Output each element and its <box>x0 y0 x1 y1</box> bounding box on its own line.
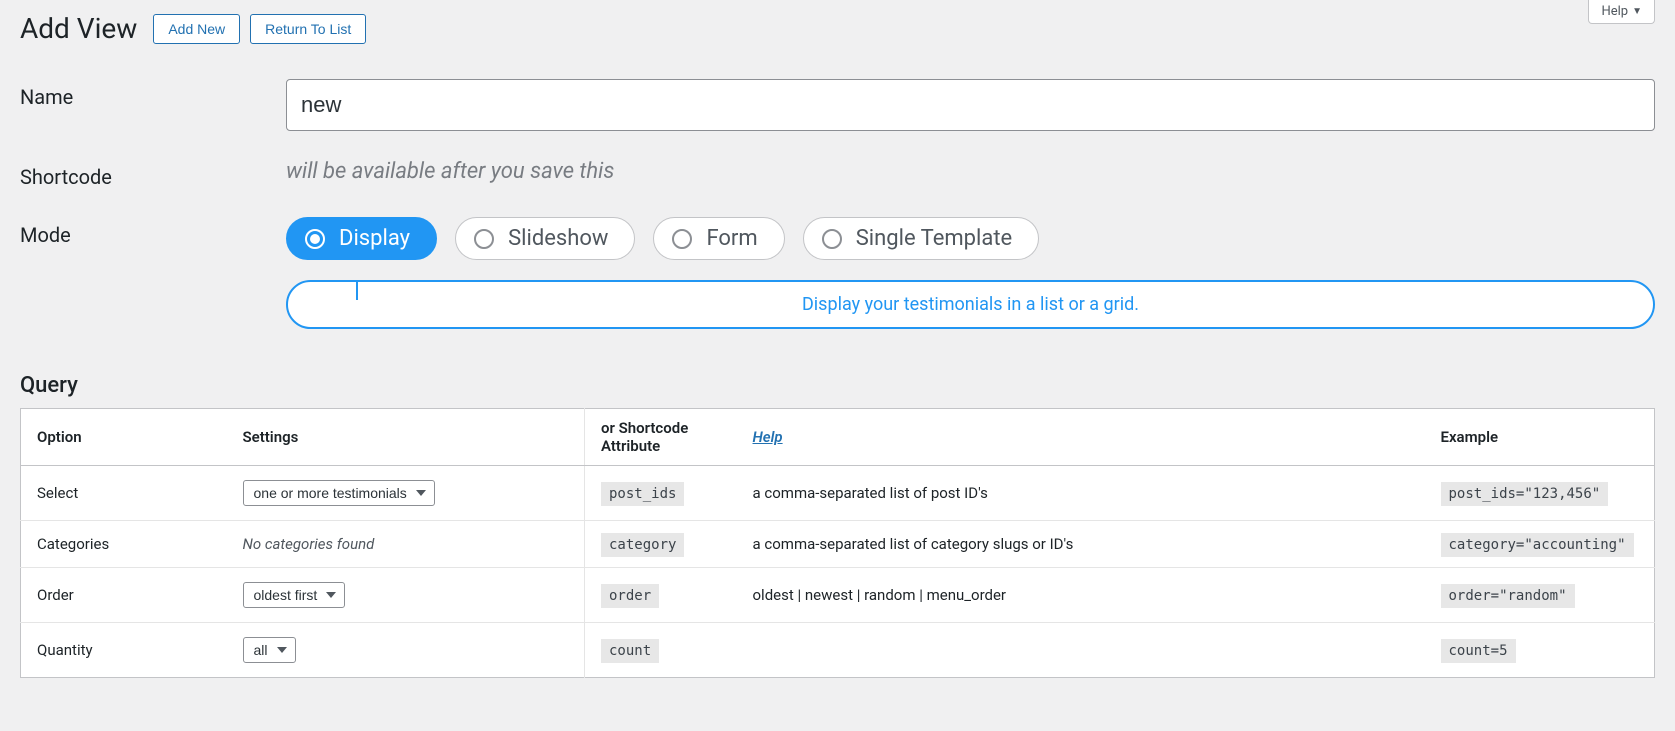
table-row: Categories No categories found category … <box>21 521 1655 568</box>
query-table: Option Settings or Shortcode Attribute H… <box>20 408 1655 678</box>
attr-code: order <box>601 584 659 608</box>
chevron-down-icon: ▼ <box>1632 6 1642 17</box>
mode-option-form[interactable]: Form <box>653 217 784 260</box>
attr-example: count=5 <box>1441 639 1516 663</box>
query-head-settings: Settings <box>227 409 585 466</box>
query-section-title: Query <box>20 373 1655 398</box>
attr-desc: oldest | newest | random | menu_order <box>737 568 1425 623</box>
query-head-example: Example <box>1425 409 1655 466</box>
page-title: Add View <box>20 12 137 45</box>
help-tab[interactable]: Help ▼ <box>1588 0 1655 24</box>
mode-option-label: Single Template <box>856 226 1013 251</box>
attr-code: category <box>601 533 684 557</box>
shortcode-message: will be available after you save this <box>286 159 614 184</box>
attr-code: count <box>601 639 659 663</box>
help-link[interactable]: Help <box>753 428 783 446</box>
radio-selected-icon <box>305 229 325 249</box>
attr-desc: a comma-separated list of post ID's <box>737 466 1425 521</box>
table-row: Select one or more testimonials post_ids… <box>21 466 1655 521</box>
mode-option-slideshow[interactable]: Slideshow <box>455 217 635 260</box>
mode-option-display[interactable]: Display <box>286 217 437 260</box>
attr-code: post_ids <box>601 482 684 506</box>
table-row: Order oldest first order oldest | newest… <box>21 568 1655 623</box>
row-option-label: Categories <box>21 521 227 568</box>
name-label: Name <box>20 79 286 109</box>
mode-connector-line <box>356 280 358 300</box>
no-categories-text: No categories found <box>243 535 375 553</box>
mode-option-label: Slideshow <box>508 226 608 251</box>
mode-option-label: Display <box>339 226 410 251</box>
quantity-select[interactable]: all <box>243 637 296 663</box>
query-head-help: Help <box>737 409 1425 466</box>
attr-desc: a comma-separated list of category slugs… <box>737 521 1425 568</box>
mode-label: Mode <box>20 217 286 247</box>
attr-desc <box>737 623 1425 678</box>
select-testimonials-select[interactable]: one or more testimonials <box>243 480 435 506</box>
row-option-label: Quantity <box>21 623 227 678</box>
name-input[interactable] <box>286 79 1655 131</box>
row-option-label: Order <box>21 568 227 623</box>
row-option-label: Select <box>21 466 227 521</box>
order-select[interactable]: oldest first <box>243 582 345 608</box>
mode-description: Display your testimonials in a list or a… <box>286 280 1655 329</box>
shortcode-label: Shortcode <box>20 159 286 189</box>
query-head-option: Option <box>21 409 227 466</box>
attr-example: category="accounting" <box>1441 533 1634 557</box>
radio-icon <box>822 229 842 249</box>
help-tab-label: Help <box>1601 4 1628 19</box>
table-row: Quantity all count count=5 <box>21 623 1655 678</box>
attr-example: order="random" <box>1441 584 1575 608</box>
mode-option-single-template[interactable]: Single Template <box>803 217 1040 260</box>
add-new-button[interactable]: Add New <box>153 14 240 44</box>
attr-example: post_ids="123,456" <box>1441 482 1609 506</box>
radio-icon <box>474 229 494 249</box>
query-head-attr: or Shortcode Attribute <box>585 409 737 466</box>
return-to-list-button[interactable]: Return To List <box>250 14 366 44</box>
radio-icon <box>672 229 692 249</box>
mode-option-label: Form <box>706 226 757 251</box>
